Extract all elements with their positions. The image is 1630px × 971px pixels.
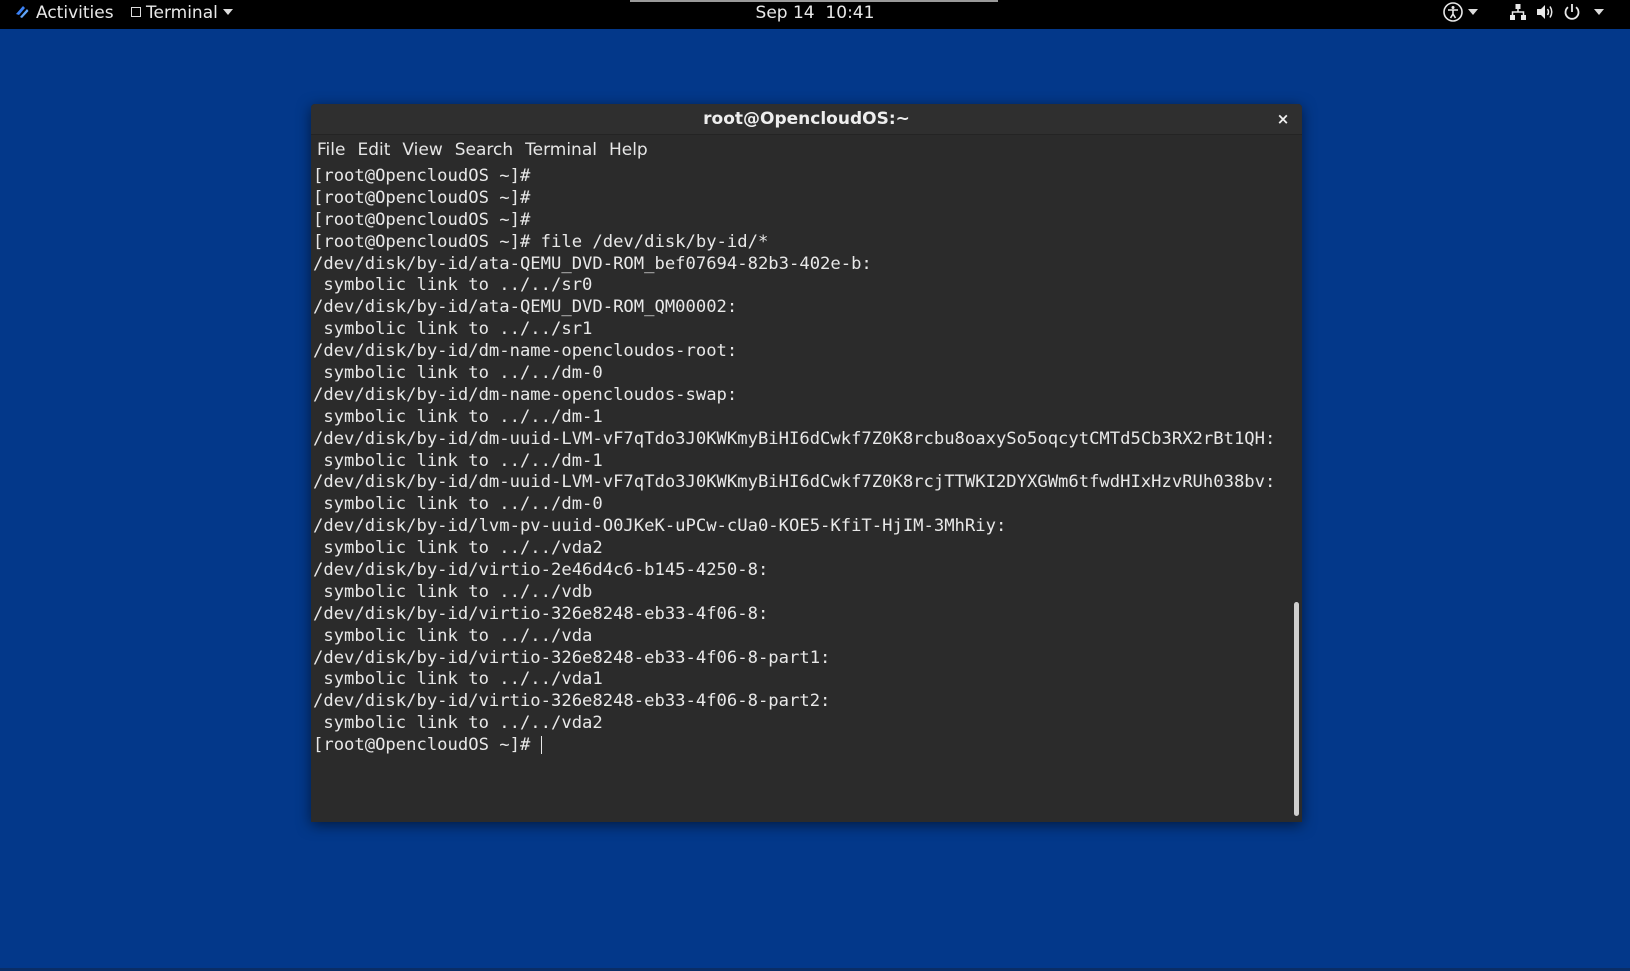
terminal-line: symbolic link to ../../vda2 <box>313 538 603 559</box>
volume-icon <box>1537 4 1553 19</box>
terminal-line: symbolic link to ../../dm-1 <box>313 450 603 471</box>
system-status-menu[interactable] <box>1509 0 1604 29</box>
terminal-line: /dev/disk/by-id/virtio-2e46d4c6-b145-425… <box>313 560 769 581</box>
terminal-app-icon <box>131 6 141 17</box>
terminal-line: /dev/disk/by-id/dm-name-opencloudos-root… <box>313 341 738 362</box>
accessibility-menu[interactable] <box>1443 0 1478 29</box>
menu-item-help[interactable]: Help <box>603 135 654 165</box>
terminal-line: /dev/disk/by-id/ata-QEMU_DVD-ROM_QM00002… <box>313 297 738 318</box>
terminal-line: /dev/disk/by-id/virtio-326e8248-eb33-4f0… <box>313 603 769 624</box>
terminal-window[interactable]: root@OpencloudOS:~ × File Edit View Search T… <box>311 104 1302 822</box>
clock-button[interactable]: Sep 14 10:41 <box>0 0 1630 29</box>
text-cursor <box>540 736 542 755</box>
terminal-line: [root@OpencloudOS ~]# <box>313 209 531 230</box>
menu-item-view[interactable]: View <box>396 135 448 165</box>
window-titlebar[interactable]: root@OpencloudOS:~ × <box>311 104 1302 135</box>
activities-button[interactable]: Activities <box>14 0 114 29</box>
terminal-line: symbolic link to ../../vda1 <box>313 669 603 690</box>
terminal-line: symbolic link to ../../vda <box>313 625 593 646</box>
terminal-line: /dev/disk/by-id/virtio-326e8248-eb33-4f0… <box>313 691 831 712</box>
terminal-line: symbolic link to ../../sr0 <box>313 275 593 296</box>
network-icon <box>1510 3 1526 20</box>
scrollbar[interactable] <box>1291 166 1302 822</box>
terminal-line: [root@OpencloudOS ~]# file /dev/disk/by-… <box>313 231 769 252</box>
terminal-line: symbolic link to ../../vdb <box>313 581 593 602</box>
chevron-down-icon <box>1468 9 1478 15</box>
app-menu-label: Terminal <box>146 3 218 23</box>
close-button[interactable]: × <box>1274 104 1292 134</box>
terminal-line: /dev/disk/by-id/dm-uuid-LVM-vF7qTdo3J0KW… <box>313 472 1276 493</box>
terminal-line: symbolic link to ../../vda2 <box>313 713 603 734</box>
terminal-line: symbolic link to ../../sr1 <box>313 319 593 340</box>
chevron-down-icon <box>1594 9 1604 15</box>
clock-label[interactable]: Sep 14 10:41 <box>756 3 875 23</box>
terminal-line: [root@OpencloudOS ~]# <box>313 187 531 208</box>
terminal-line: symbolic link to ../../dm-1 <box>313 406 603 427</box>
top-bar: Activities Terminal Sep 14 10:41 <box>0 0 1630 29</box>
terminal-line: /dev/disk/by-id/dm-uuid-LVM-vF7qTdo3J0KW… <box>313 428 1276 449</box>
terminal-line: [root@OpencloudOS ~]# <box>313 735 542 756</box>
accessibility-icon <box>1443 1 1463 22</box>
terminal-line: /dev/disk/by-id/lvm-pv-uuid-O0JKeK-uPCw-… <box>313 516 1007 537</box>
menu-item-search[interactable]: Search <box>449 135 519 165</box>
terminal-line: [root@OpencloudOS ~]# <box>313 166 531 186</box>
scrollbar-thumb[interactable] <box>1294 602 1299 816</box>
activities-label: Activities <box>36 3 114 23</box>
terminal-line: symbolic link to ../../dm-0 <box>313 363 603 384</box>
window-title: root@OpencloudOS:~ <box>703 109 910 129</box>
power-icon <box>1564 3 1580 20</box>
chevron-down-icon <box>222 9 233 15</box>
clock-highlight <box>630 0 998 2</box>
terminal-line: /dev/disk/by-id/ata-QEMU_DVD-ROM_bef0769… <box>313 253 872 274</box>
activities-logo-icon <box>16 5 29 18</box>
menu-item-edit[interactable]: Edit <box>351 135 396 165</box>
menu-item-terminal[interactable]: Terminal <box>519 135 603 165</box>
terminal-line: /dev/disk/by-id/virtio-326e8248-eb33-4f0… <box>313 647 831 668</box>
menu-bar: File Edit View Search Terminal Help <box>311 135 1302 165</box>
terminal-line: /dev/disk/by-id/dm-name-opencloudos-swap… <box>313 384 738 405</box>
app-menu-button[interactable]: Terminal <box>131 0 233 29</box>
terminal-output[interactable]: [root@OpencloudOS ~]# [root@OpencloudOS ~… <box>311 166 1291 822</box>
menu-item-file[interactable]: File <box>311 135 351 165</box>
terminal-line: symbolic link to ../../dm-0 <box>313 494 603 515</box>
